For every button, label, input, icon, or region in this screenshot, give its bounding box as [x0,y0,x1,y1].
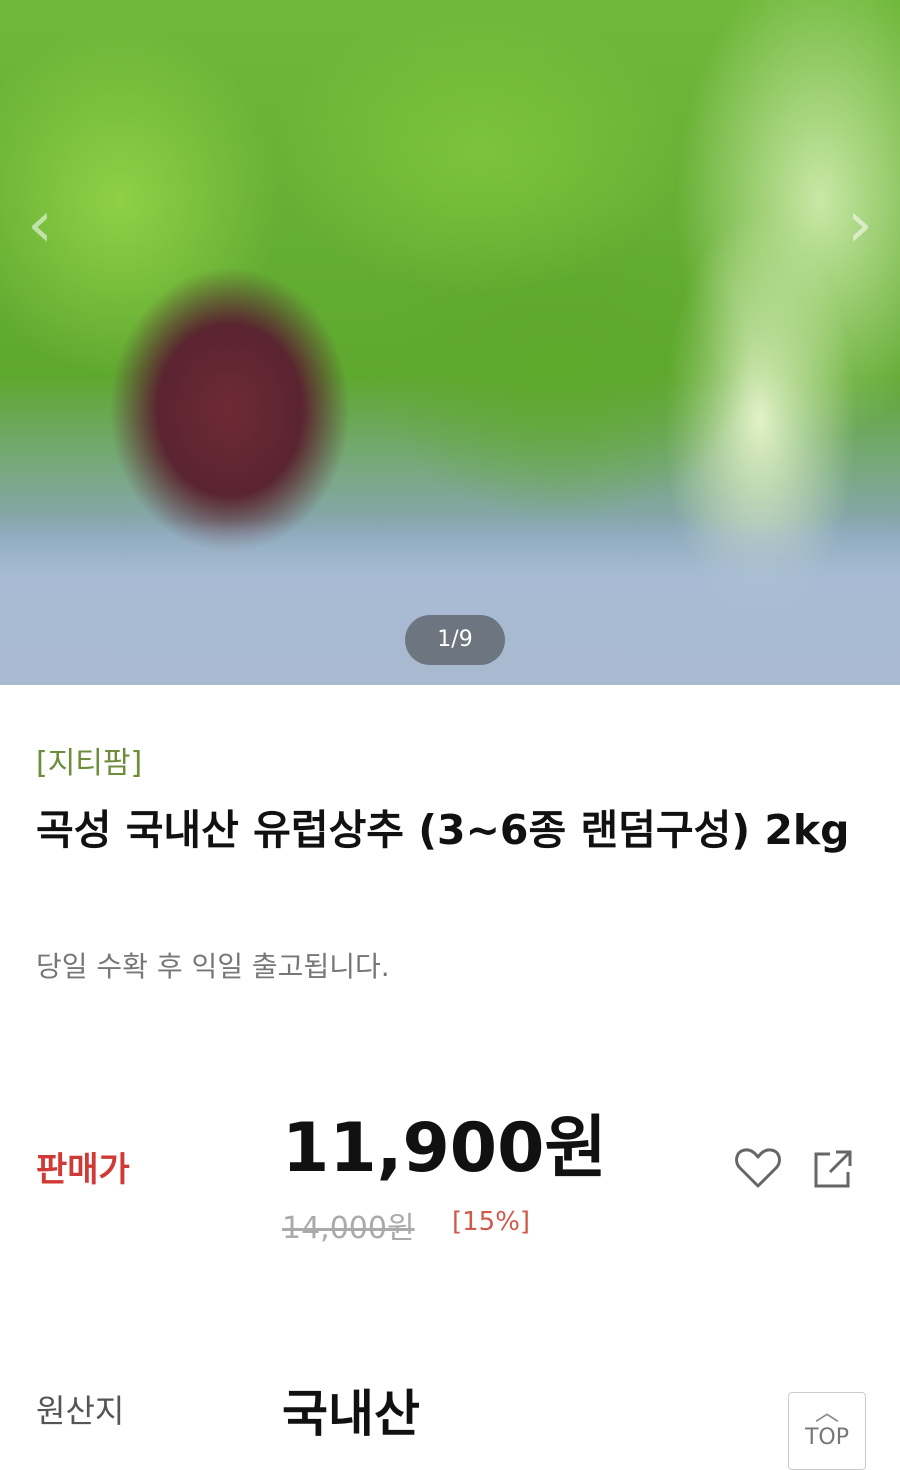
price-label: 판매가 [36,1150,130,1190]
product-subtitle: 당일 수확 후 익일 출고됩니다. [36,950,390,983]
origin-label: 원산지 [36,1392,125,1430]
discount-rate: [15%] [452,1207,531,1237]
product-image-gallery[interactable]: ‹ › 1/9 [0,0,900,685]
wishlist-button[interactable] [734,1146,782,1190]
heart-icon [735,1148,781,1188]
product-title: 곡성 국내산 유럽상추 (3~6종 랜덤구성) 2kg [36,806,850,854]
scroll-top-button[interactable]: ︿ TOP [788,1392,866,1470]
chevron-right-icon[interactable]: › [840,180,880,270]
origin-value: 국내산 [282,1385,420,1443]
gallery-counter: 1/9 [405,615,505,665]
scroll-top-label: TOP [804,1425,850,1450]
sale-price: 11,900원 [282,1109,607,1188]
chevron-left-icon[interactable]: ‹ [20,180,60,270]
share-icon [814,1150,852,1188]
brand-name[interactable]: [지티팜] [36,738,142,782]
chevron-up-icon: ︿ [815,1398,839,1426]
original-price: 14,000원 [282,1211,415,1246]
share-button[interactable] [812,1148,854,1190]
